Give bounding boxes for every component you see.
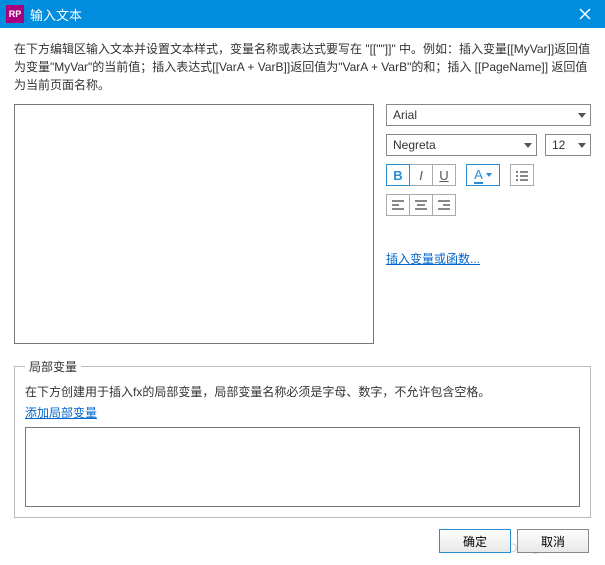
color-group: A bbox=[466, 164, 500, 186]
local-vars-heading: 局部变量 bbox=[25, 358, 81, 375]
align-left-button[interactable] bbox=[386, 194, 410, 216]
font-family-select[interactable]: Arial bbox=[386, 104, 591, 126]
underline-button[interactable]: U bbox=[432, 164, 456, 186]
align-group bbox=[386, 194, 456, 216]
chevron-down-icon bbox=[578, 143, 586, 148]
chevron-down-icon bbox=[524, 143, 532, 148]
text-editor[interactable] bbox=[14, 104, 374, 344]
titlebar: RP 输入文本 bbox=[0, 0, 605, 28]
align-center-button[interactable] bbox=[409, 194, 433, 216]
font-weight-value: Negreta bbox=[393, 138, 436, 152]
insert-variable-link[interactable]: 插入变量或函数... bbox=[386, 250, 591, 267]
window-title: 输入文本 bbox=[30, 5, 565, 24]
dialog-footer: 确定 取消 bbox=[427, 523, 601, 559]
local-vars-section: 局部变量 在下方创建用于插入fx的局部变量，局部变量名称必须是字母、数字，不允许… bbox=[14, 358, 591, 518]
font-family-value: Arial bbox=[393, 108, 417, 122]
cancel-button[interactable]: 取消 bbox=[517, 529, 589, 553]
local-vars-desc: 在下方创建用于插入fx的局部变量，局部变量名称必须是字母、数字，不允许包含空格。 bbox=[25, 383, 580, 400]
text-style-group: B I U bbox=[386, 164, 456, 186]
instructions-text: 在下方编辑区输入文本并设置文本样式，变量名称或表达式要写在 "[[""]]" 中… bbox=[14, 40, 591, 94]
bullet-list-button[interactable] bbox=[510, 164, 534, 186]
font-color-button[interactable]: A bbox=[466, 164, 500, 186]
bold-button[interactable]: B bbox=[386, 164, 410, 186]
align-right-icon bbox=[437, 199, 451, 211]
align-right-button[interactable] bbox=[432, 194, 456, 216]
align-center-icon bbox=[414, 199, 428, 211]
font-weight-select[interactable]: Negreta bbox=[386, 134, 537, 156]
chevron-down-icon bbox=[486, 173, 492, 177]
ok-button[interactable]: 确定 bbox=[439, 529, 511, 553]
add-local-var-link[interactable]: 添加局部变量 bbox=[25, 406, 97, 420]
format-panel: Arial Negreta 12 B I U bbox=[386, 104, 591, 344]
local-vars-list[interactable] bbox=[25, 427, 580, 507]
bullet-list-icon bbox=[515, 169, 529, 181]
list-group bbox=[510, 164, 534, 186]
app-icon: RP bbox=[6, 5, 24, 23]
font-size-select[interactable]: 12 bbox=[545, 134, 591, 156]
close-button[interactable] bbox=[565, 0, 605, 28]
chevron-down-icon bbox=[578, 113, 586, 118]
italic-button[interactable]: I bbox=[409, 164, 433, 186]
close-icon bbox=[579, 8, 591, 20]
font-size-value: 12 bbox=[552, 138, 565, 152]
align-left-icon bbox=[391, 199, 405, 211]
